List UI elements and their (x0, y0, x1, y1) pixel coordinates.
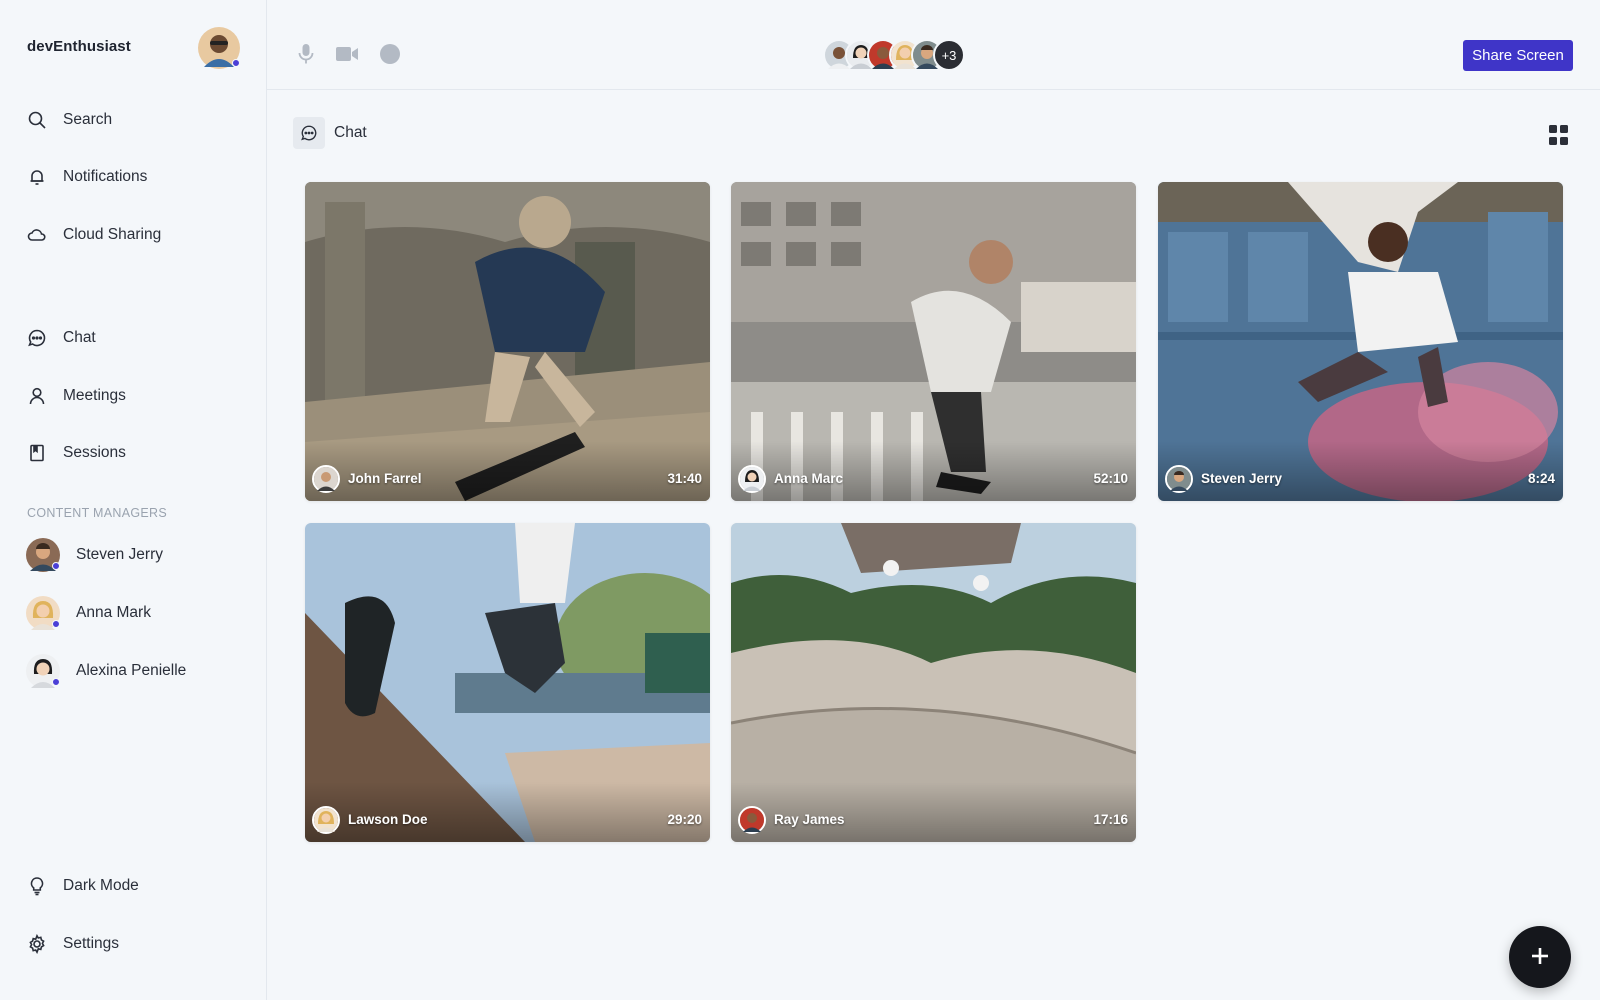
call-duration: 52:10 (1093, 471, 1128, 486)
content-manager-item[interactable]: Alexina Penielle (26, 653, 186, 689)
book-icon (26, 442, 48, 464)
more-participants-badge[interactable]: +3 (933, 39, 965, 71)
nav-cloud-sharing-label: Cloud Sharing (63, 226, 162, 243)
page-title: Chat (334, 124, 367, 141)
participant-name: Ray James (774, 812, 845, 827)
nav-sessions[interactable]: Sessions (26, 435, 126, 471)
online-indicator (232, 59, 240, 67)
nav-settings[interactable]: Settings (26, 926, 119, 962)
brand-name: devEnthusiast (27, 38, 131, 55)
plus-icon (1530, 946, 1550, 969)
video-tile[interactable]: Anna Marc 52:10 (731, 182, 1136, 501)
cloud-icon (26, 224, 48, 246)
avatar (26, 654, 60, 688)
record-icon[interactable] (378, 42, 402, 66)
content-manager-item[interactable]: Anna Mark (26, 595, 151, 631)
bell-icon (26, 166, 48, 188)
video-tile[interactable]: Lawson Doe 29:20 (305, 523, 710, 842)
video-icon[interactable] (335, 42, 359, 66)
participant-name: Steven Jerry (1201, 471, 1283, 486)
nav-chat[interactable]: Chat (26, 320, 96, 356)
participant-name: John Farrel (348, 471, 422, 486)
nav-meetings[interactable]: Meetings (26, 378, 126, 414)
chat-icon[interactable] (293, 117, 325, 149)
top-bar: +3 Share Screen (267, 0, 1600, 90)
nav-cloud-sharing[interactable]: Cloud Sharing (26, 217, 161, 253)
mic-icon[interactable] (294, 42, 318, 66)
content-manager-item[interactable]: Steven Jerry (26, 537, 163, 573)
nav-search-label: Search (63, 111, 113, 128)
bulb-icon (26, 875, 48, 897)
video-tile[interactable]: Steven Jerry 8:24 (1158, 182, 1563, 501)
avatar (738, 465, 766, 493)
avatar (1165, 465, 1193, 493)
avatar (738, 806, 766, 834)
call-duration: 29:20 (667, 812, 702, 827)
online-indicator (52, 620, 60, 628)
call-duration: 17:16 (1093, 812, 1128, 827)
online-indicator (52, 678, 60, 686)
participant-name: Anna Marc (774, 471, 844, 486)
content-managers-heading: CONTENT MANAGERS (27, 506, 167, 520)
avatar (312, 465, 340, 493)
search-icon (26, 109, 48, 131)
sidebar: devEnthusiast Search Notifications Cloud… (0, 0, 267, 1000)
video-tile[interactable]: John Farrel 31:40 (305, 182, 710, 501)
content-manager-name: Alexina Penielle (76, 662, 187, 679)
nav-chat-label: Chat (63, 329, 96, 346)
content-manager-name: Steven Jerry (76, 546, 164, 563)
chat-icon (26, 327, 48, 349)
grid-icon[interactable] (1549, 125, 1569, 145)
user-icon (26, 385, 48, 407)
avatar (26, 538, 60, 572)
nav-notifications-label: Notifications (63, 168, 148, 185)
online-indicator (52, 562, 60, 570)
participant-name: Lawson Doe (348, 812, 428, 827)
avatar (312, 806, 340, 834)
avatar (26, 596, 60, 630)
content-manager-name: Anna Mark (76, 604, 151, 621)
nav-notifications[interactable]: Notifications (26, 159, 147, 195)
nav-dark-mode-label: Dark Mode (63, 877, 139, 894)
nav-dark-mode[interactable]: Dark Mode (26, 868, 139, 904)
add-button[interactable] (1509, 926, 1571, 988)
share-screen-button[interactable]: Share Screen (1463, 40, 1573, 71)
nav-sessions-label: Sessions (63, 444, 126, 461)
nav-settings-label: Settings (63, 935, 120, 952)
user-avatar[interactable] (198, 27, 240, 69)
nav-search[interactable]: Search (26, 102, 112, 138)
video-tile[interactable]: Ray James 17:16 (731, 523, 1136, 842)
nav-meetings-label: Meetings (63, 387, 126, 404)
call-duration: 8:24 (1527, 471, 1555, 486)
call-duration: 31:40 (667, 471, 702, 486)
gear-icon (26, 933, 48, 955)
